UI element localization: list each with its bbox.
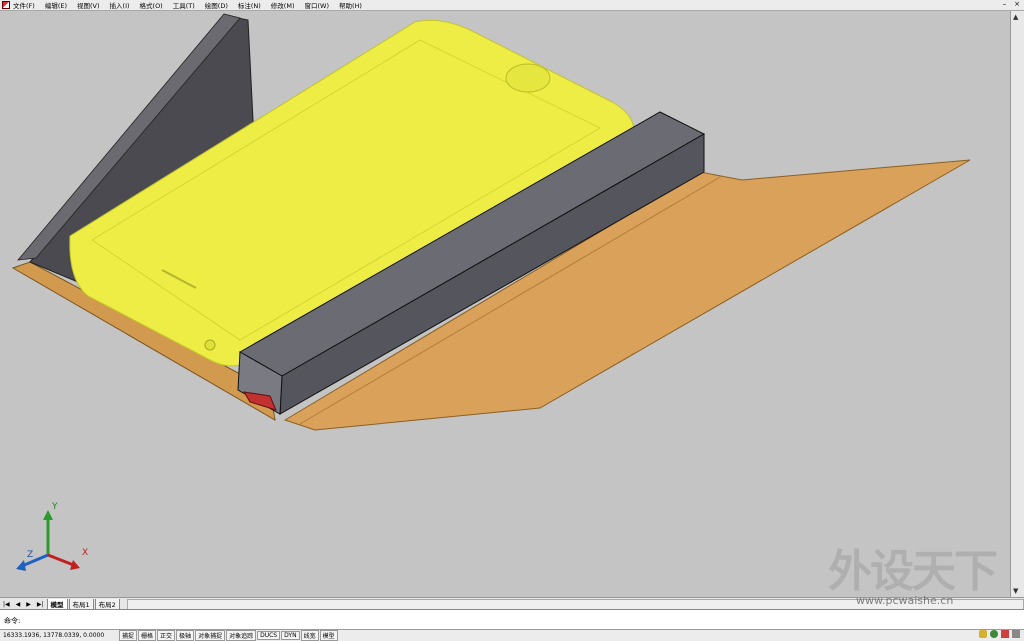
- lineweight-toggle[interactable]: 线宽: [300, 630, 319, 641]
- dyn-toggle[interactable]: DYN: [281, 631, 300, 640]
- ortho-toggle[interactable]: 正交: [157, 630, 176, 641]
- app-icon[interactable]: [2, 1, 10, 9]
- prev-tab-icon[interactable]: ◀: [14, 601, 23, 608]
- menu-dimension[interactable]: 标注(N): [238, 0, 261, 10]
- menu-draw[interactable]: 绘图(D): [205, 0, 228, 10]
- watermark-title: 外设天下: [828, 546, 998, 597]
- coordinate-readout: 16333.1936, 13778.0339, 0.0000: [3, 632, 105, 639]
- menu-file[interactable]: 文件(F): [13, 0, 35, 10]
- tab-model[interactable]: 模型: [46, 598, 68, 610]
- tab-layout2[interactable]: 布局2: [94, 598, 120, 610]
- status-bar: 16333.1936, 13778.0339, 0.0000 捕捉 栅格 正交 …: [0, 629, 1024, 641]
- menu-view[interactable]: 视图(V): [77, 0, 100, 10]
- last-tab-icon[interactable]: ▶|: [35, 601, 46, 608]
- home-button: [505, 63, 551, 93]
- status-tray: [979, 630, 1020, 638]
- menu-insert[interactable]: 插入(I): [110, 0, 130, 10]
- osnap-toggle[interactable]: 对象捕捉: [195, 630, 226, 641]
- close-button[interactable]: ×: [1014, 0, 1020, 8]
- scroll-up-icon[interactable]: ▲: [1013, 13, 1018, 21]
- ducs-toggle[interactable]: DUCS: [257, 631, 281, 640]
- command-prompt: 命令:: [4, 617, 21, 625]
- menu-tools[interactable]: 工具(T): [173, 0, 195, 10]
- drawing-viewport[interactable]: Y X Z: [0, 11, 1010, 597]
- otrack-toggle[interactable]: 对象追踪: [226, 630, 257, 641]
- menu-format[interactable]: 格式(O): [140, 0, 163, 10]
- menu-bar: 文件(F) 编辑(E) 视图(V) 插入(I) 格式(O) 工具(T) 绘图(D…: [0, 0, 1024, 11]
- menu-window[interactable]: 窗口(W): [304, 0, 329, 10]
- ucs-label-x: X: [82, 548, 88, 558]
- tab-layout1[interactable]: 布局1: [68, 598, 94, 610]
- menu-modify[interactable]: 修改(M): [271, 0, 295, 10]
- scroll-down-icon[interactable]: ▼: [1013, 587, 1018, 595]
- ucs-icon: Y X Z: [16, 502, 88, 571]
- lock-icon[interactable]: [979, 630, 987, 638]
- grid-toggle[interactable]: 栅格: [138, 630, 157, 641]
- ucs-label-y: Y: [51, 502, 58, 512]
- vertical-scrollbar[interactable]: ▲ ▼: [1010, 11, 1024, 597]
- alert-icon[interactable]: [1001, 630, 1009, 638]
- menu-edit[interactable]: 编辑(E): [45, 0, 67, 10]
- menu-help[interactable]: 帮助(H): [339, 0, 362, 10]
- command-line[interactable]: 命令:: [0, 609, 1024, 630]
- headphone-jack: [204, 339, 216, 351]
- polar-toggle[interactable]: 极轴: [176, 630, 195, 641]
- model-toggle[interactable]: 模型: [319, 630, 338, 641]
- ucs-label-z: Z: [27, 550, 33, 560]
- minimize-button[interactable]: –: [1003, 0, 1007, 8]
- model-render: Y X Z: [11, 13, 971, 571]
- watermark-url: www.pcwaishe.cn: [856, 594, 954, 607]
- communication-icon[interactable]: [990, 630, 998, 638]
- clean-screen-icon[interactable]: [1012, 630, 1020, 638]
- snap-toggle[interactable]: 捕捉: [119, 630, 138, 641]
- watermark: 外设天下 www.pcwaishe.cn: [828, 546, 998, 608]
- next-tab-icon[interactable]: ▶: [24, 601, 33, 608]
- first-tab-icon[interactable]: |◀: [1, 601, 12, 608]
